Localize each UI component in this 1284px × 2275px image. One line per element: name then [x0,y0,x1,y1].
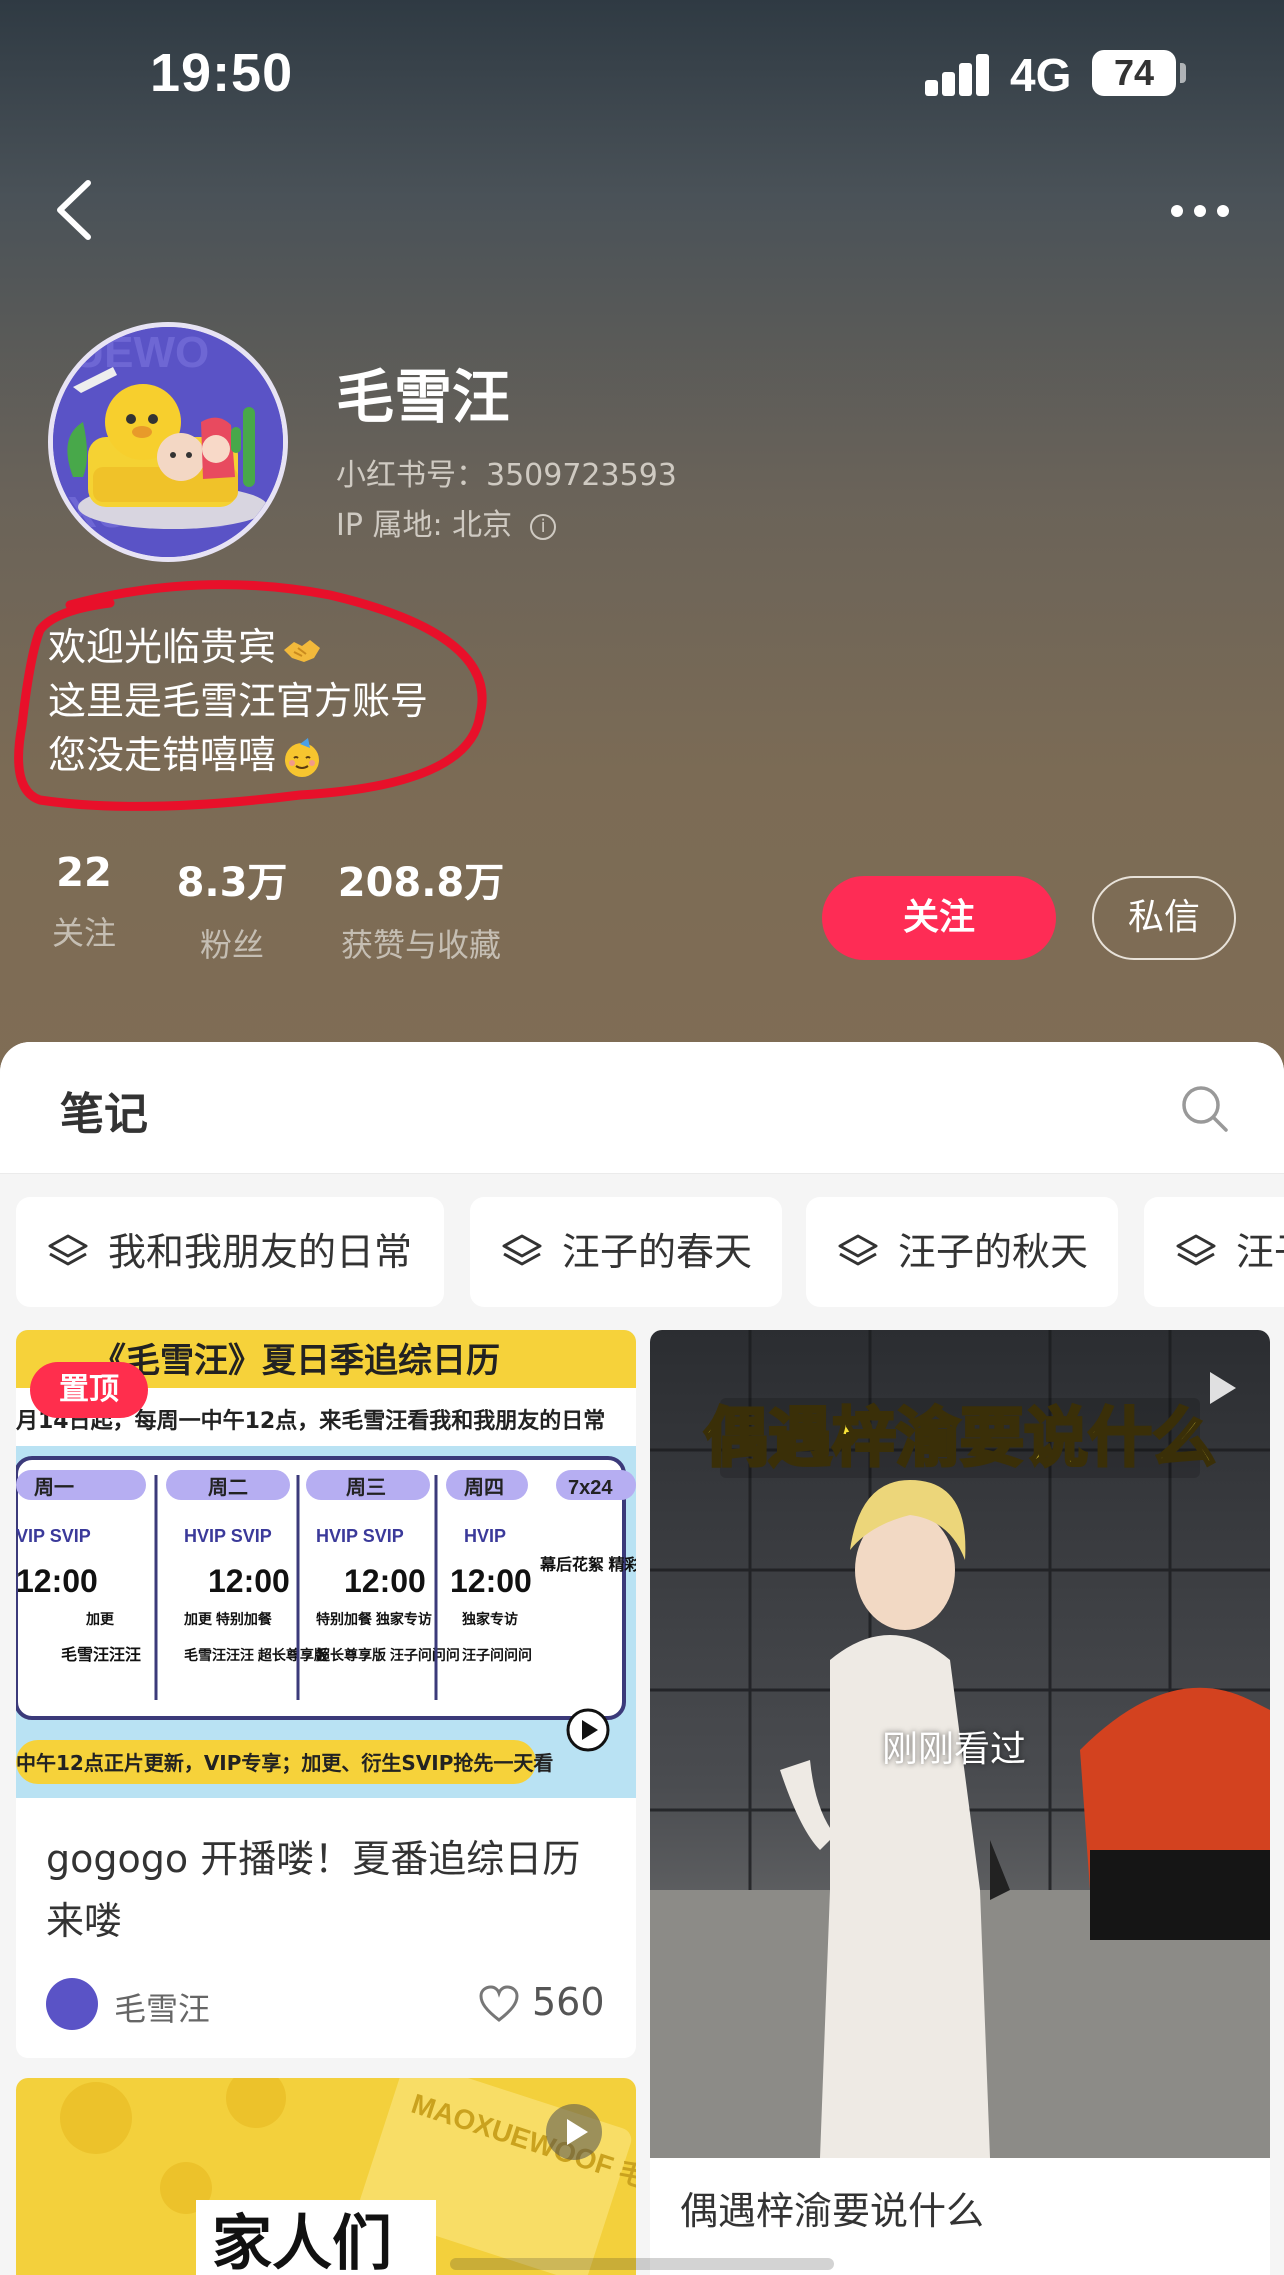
schedule-show: 幕后花絮 精彩短片 不定期 [539,1555,636,1574]
more-dot-icon [1171,205,1183,217]
collection-label: 汪子的春天 [562,1230,753,1274]
stat-value: 208.8万 [337,860,505,906]
message-button[interactable]: 私信 [1092,876,1236,960]
schedule-day: 周一 [34,1477,74,1499]
collection-chips: 我和我朋友的日常 汪子的春天 汪子的秋天 汪子 [0,1197,1284,1307]
author-avatar [46,1978,98,2030]
schedule-time: 12:00 [344,1563,426,1599]
schedule-tags: HVIP SVIP [184,1526,272,1546]
status-bar: 19:50 4G 74 [0,0,1284,150]
schedule-time: 12:00 [450,1563,532,1599]
battery-tip [1180,63,1186,83]
schedule-show: 毛雪汪汪汪 [61,1645,141,1664]
collection-label: 我和我朋友的日常 [108,1230,413,1274]
schedule-show: 汪子问问问 [462,1647,532,1663]
ip-location: IP 属地: 北京 i [336,500,557,544]
schedule-tags: VIP SVIP [16,1526,91,1546]
schedule-day: 周三 [346,1477,386,1499]
status-time: 19:50 [150,43,294,103]
like-count: 560 [532,1980,605,2024]
schedule-day: 周二 [208,1477,248,1499]
schedule-tags: HVIP [464,1526,506,1546]
note-title: gogogo 开播喽！夏番追综日历来喽 [46,1837,581,1943]
follow-button[interactable]: 关注 [822,876,1056,960]
schedule-show: 毛雪汪汪汪 超长尊享版 [184,1647,328,1663]
signal-icon [925,52,991,96]
schedule-day: 周四 [464,1477,504,1499]
redbook-id[interactable]: 小红书号：3509723593 [336,450,677,494]
stat-followers[interactable]: 8.3万 粉丝 [170,850,294,966]
note-title: 偶遇梓渝要说什么 [680,2189,985,2233]
schedule-show: 超长尊享版 汪子问问问 [315,1647,460,1663]
more-dot-icon [1217,205,1229,217]
schedule-note: 加更 特别加餐 [183,1611,273,1627]
note-card[interactable]: MAOXUEWOOF 毛雪汪 家人们 [16,2078,636,2275]
note-cover-image: MAOXUEWOOF 毛雪汪 家人们 [16,2078,636,2275]
collection-chip[interactable]: 我和我朋友的日常 [16,1197,444,1307]
ip-location-text: IP 属地: 北京 [336,508,513,543]
collection-label: 汪子 [1236,1230,1284,1274]
tab-notes[interactable]: 笔记 [60,1078,148,1142]
notes-header: 笔记 [0,1042,1284,1174]
collection-chip[interactable]: 汪子 [1144,1197,1284,1307]
layers-icon [502,1234,542,1266]
avatar-illustration: XUEWO OXUEWO [53,327,283,557]
cover-title: 偶遇梓渝要说什么 [704,1402,1216,1476]
more-options-button[interactable] [1165,190,1235,230]
note-card[interactable]: 《毛雪汪》夏日季追综日历 月14日起，每周一中午12点，来毛雪汪看我和我朋友的日… [16,1330,636,2058]
collection-chip[interactable]: 汪子的秋天 [806,1197,1118,1307]
layers-icon [48,1234,88,1266]
search-icon[interactable] [1180,1084,1230,1134]
schedule-time: 12:00 [16,1563,98,1599]
stat-label: 关注 [51,914,116,952]
stat-label: 粉丝 [199,926,264,964]
profile-name: 毛雪汪 [336,363,511,431]
video-play-icon [1210,1372,1236,1404]
recently-viewed-tag: 刚刚看过 [882,1729,1027,1770]
info-icon[interactable]: i [530,513,557,540]
pinned-badge: 置顶 [30,1362,148,1418]
stat-value: 22 [56,850,112,896]
schedule-day: 7x24 [568,1477,613,1499]
heart-icon[interactable] [478,1984,520,2024]
layers-icon [838,1234,878,1266]
network-type: 4G [1010,49,1072,101]
avatar[interactable]: XUEWO OXUEWO [48,322,288,562]
layers-icon [1176,1234,1216,1266]
collection-label: 汪子的秋天 [898,1230,1089,1274]
collection-chip[interactable]: 汪子的春天 [470,1197,782,1307]
stat-value: 8.3万 [176,860,288,906]
red-circle-annotation [14,580,487,811]
author-name: 毛雪汪 [114,1990,211,2028]
schedule-note: 独家专访 [462,1611,518,1627]
more-dot-icon [1194,205,1206,217]
cover-title: 家人们 [212,2209,392,2275]
battery-icon: 74 [1092,50,1176,96]
stat-likes-collections[interactable]: 208.8万 获赞与收藏 [332,850,510,966]
schedule-tags: HVIP SVIP [316,1526,404,1546]
stat-following[interactable]: 22 关注 [48,850,120,954]
schedule-note: 特别加餐 独家专访 [316,1611,432,1627]
schedule-time: 12:00 [208,1563,290,1599]
video-play-icon [546,2104,602,2160]
chevron-left-icon [57,180,91,240]
schedule-note: 加更 [85,1611,115,1627]
cover-footer: 中午12点正片更新，VIP专享；加更、衍生SVIP抢先一天看 [16,1751,553,1775]
stat-label: 获赞与收藏 [340,926,501,964]
note-card[interactable]: 偶遇梓渝要说什么 刚刚看过 偶遇梓渝要说什么 [650,1330,1270,2275]
home-indicator [450,2258,834,2270]
cover-title: 《毛雪汪》夏日季追综日历 [92,1341,500,1381]
back-button[interactable] [48,175,108,245]
